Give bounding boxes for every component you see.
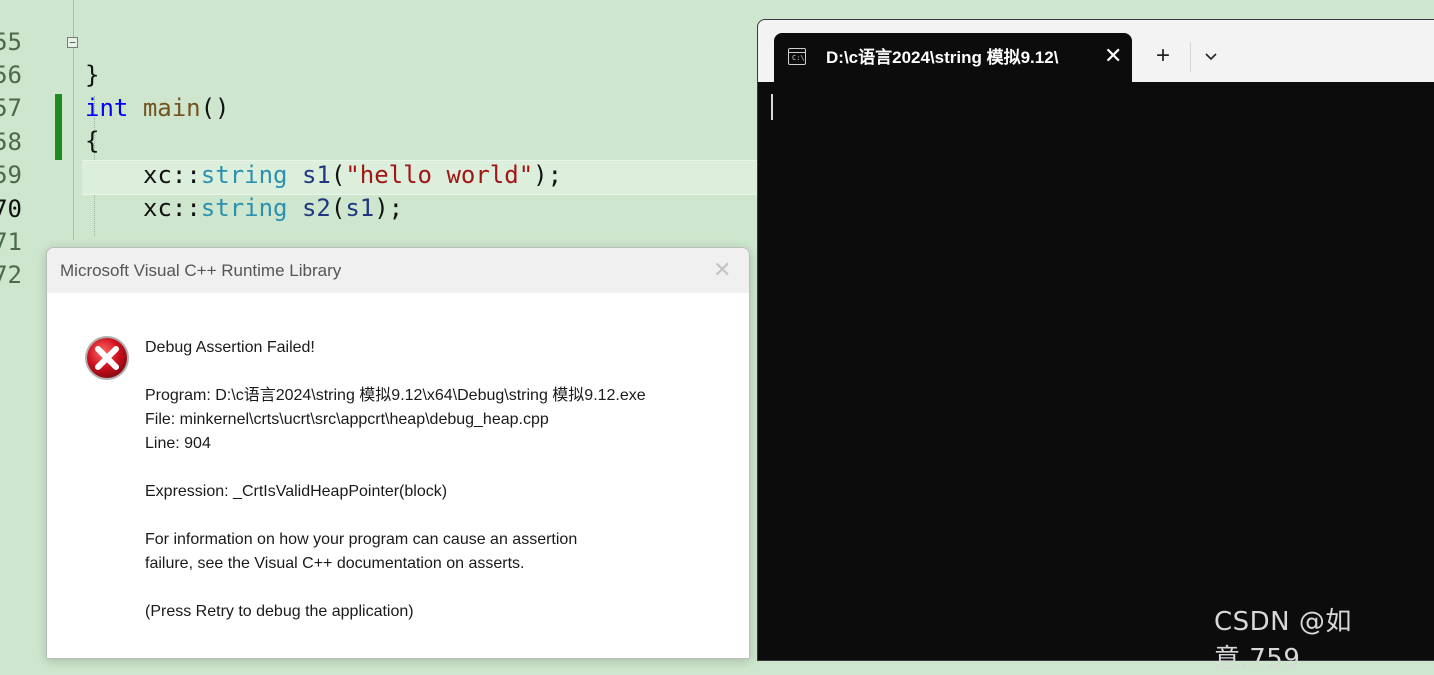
terminal-tab[interactable]: C:\ D:\c语言2024\string 模拟9.12\ ✕ <box>774 33 1132 83</box>
file-path: File: minkernel\crts\ucrt\src\appcrt\hea… <box>145 411 549 428</box>
expression-info: Expression: _CrtIsValidHeapPointer(block… <box>145 483 448 500</box>
error-icon <box>85 336 129 380</box>
code-line[interactable]: 55 } <box>0 0 760 89</box>
code-line[interactable]: 56 int main() <box>0 26 760 122</box>
terminal-window[interactable]: C:\ D:\c语言2024\string 模拟9.12\ ✕ + <box>757 19 1434 661</box>
watermark: CSDN @如意.759 <box>1214 607 1352 674</box>
code-line[interactable]: 71 return 0; <box>0 193 760 289</box>
info-text-line2: failure, see the Visual C++ documentatio… <box>145 555 525 572</box>
code-line[interactable]: 59 xc::string s2(s1); <box>0 126 760 222</box>
dialog-close-button[interactable]: ✕ <box>713 258 731 282</box>
dialog-titlebar[interactable]: Microsoft Visual C++ Runtime Library ✕ <box>47 248 749 293</box>
terminal-tab-title: D:\c语言2024\string 模拟9.12\ <box>826 48 1059 67</box>
assertion-dialog[interactable]: Microsoft Visual C++ Runtime Library ✕ D… <box>46 247 750 659</box>
terminal-icon: C:\ <box>788 48 806 65</box>
program-path: Program: D:\c语言2024\string 模拟9.12\x64\De… <box>145 387 646 404</box>
divider <box>1190 42 1191 72</box>
tab-close-button[interactable]: ✕ <box>1104 44 1122 68</box>
line-number: 72 <box>0 261 22 289</box>
code-line-current[interactable]: 70 <box>0 160 760 223</box>
text-cursor <box>771 94 773 120</box>
terminal-titlebar[interactable]: C:\ D:\c语言2024\string 模拟9.12\ ✕ + <box>758 20 1434 83</box>
code-line[interactable]: 58 xc::string s1("hello world"); <box>0 93 760 189</box>
chevron-down-icon[interactable] <box>1203 48 1219 64</box>
line-number-info: Line: 904 <box>145 435 211 452</box>
retry-hint: (Press Retry to debug the application) <box>145 603 414 620</box>
new-tab-button[interactable]: + <box>1156 43 1170 69</box>
dialog-heading: Debug Assertion Failed! <box>145 339 315 356</box>
dialog-title: Microsoft Visual C++ Runtime Library <box>60 261 342 280</box>
code-line[interactable]: 57 { <box>0 59 760 155</box>
info-text-line1: For information on how your program can … <box>145 531 578 548</box>
